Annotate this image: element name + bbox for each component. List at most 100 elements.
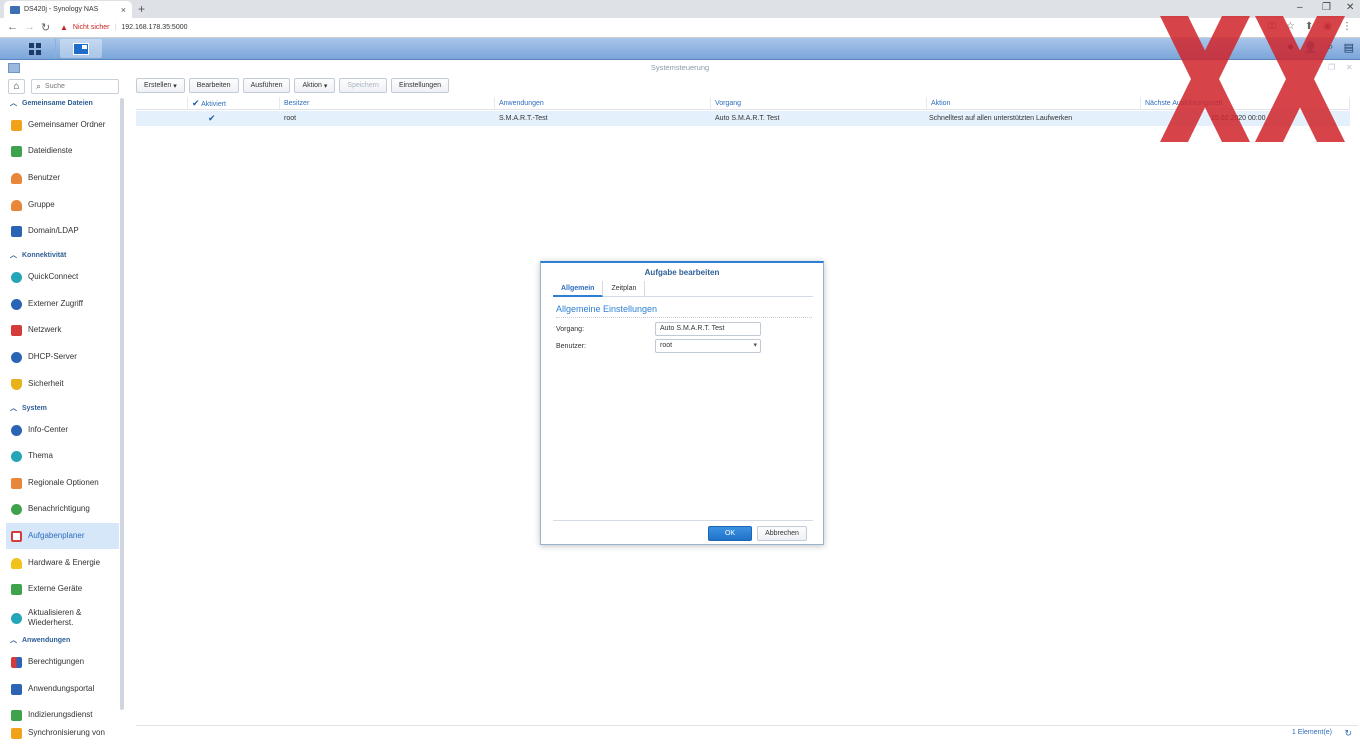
browser-tab-title: DS420j - Synology NAS <box>24 6 99 13</box>
sidebar-item-hardware-power[interactable]: Hardware & Energie <box>6 550 119 576</box>
sidebar-item-quickconnect[interactable]: QuickConnect <box>6 264 119 290</box>
sidebar-item-file-services[interactable]: Dateidienste <box>6 138 119 164</box>
row-application: S.M.A.R.T.-Test <box>499 115 548 122</box>
settings-button[interactable]: Einstellungen <box>390 78 449 93</box>
chevron-up-icon: ︿ <box>10 405 17 412</box>
chevron-up-icon: ︿ <box>10 252 17 259</box>
run-button[interactable]: Ausführen <box>242 78 291 93</box>
url-field[interactable]: ▲ Nicht sicher | 192.168.178.35:5000 <box>60 20 1320 35</box>
file-services-icon <box>11 145 22 157</box>
reload-icon[interactable]: ↻ <box>41 21 50 34</box>
column-action[interactable]: Aktion <box>927 97 1141 110</box>
palette-icon <box>11 450 22 462</box>
portal-icon <box>11 683 22 695</box>
row-owner: root <box>284 115 297 122</box>
sidebar-item-privileges[interactable]: Berechtigungen <box>6 649 119 675</box>
sidebar-item-group[interactable]: Gruppe <box>6 192 119 218</box>
back-icon[interactable]: ← <box>7 21 18 33</box>
create-button[interactable]: Erstellen ▾ <box>136 78 185 93</box>
column-task[interactable]: Vorgang <box>711 97 927 110</box>
search-icon: ⌕ <box>36 81 42 91</box>
window-close-icon[interactable]: ✕ <box>1346 63 1353 72</box>
table-row[interactable]: ✔ root S.M.A.R.T.-Test Auto S.M.A.R.T. T… <box>136 111 1350 126</box>
section-divider <box>556 317 812 318</box>
maximize-window-icon[interactable]: ❐ <box>1322 2 1331 13</box>
sidebar-item-notification[interactable]: Benachrichtigung <box>6 496 119 522</box>
user-select[interactable]: root ▾ <box>655 339 761 353</box>
sidebar-item-security[interactable]: Sicherheit <box>6 371 119 397</box>
sidebar-search[interactable]: ⌕ <box>31 79 119 94</box>
sidebar-item-domain-ldap[interactable]: Domain/LDAP <box>6 218 119 244</box>
column-applications[interactable]: Anwendungen <box>495 97 711 110</box>
section-applications[interactable]: ︿ Anwendungen <box>10 635 70 645</box>
section-connectivity[interactable]: ︿ Konnektivität <box>10 250 66 260</box>
browser-tab[interactable]: DS420j - Synology NAS × <box>4 1 132 18</box>
extension-icon[interactable]: ⬆ <box>1305 21 1313 32</box>
close-window-icon[interactable]: ✕ <box>1346 2 1354 13</box>
sidebar-item-application-portal[interactable]: Anwendungsportal <box>6 676 119 702</box>
clock-icon <box>11 477 22 489</box>
sidebar-item-update-restore[interactable]: Aktualisieren & Wiederherst. <box>6 603 119 633</box>
sidebar-item-network[interactable]: Netzwerk <box>6 317 119 343</box>
checkbox-checked-icon: ✔ <box>208 113 216 123</box>
action-button[interactable]: Aktion ▾ <box>294 78 336 93</box>
close-tab-icon[interactable]: × <box>121 5 126 15</box>
main-menu-button[interactable] <box>14 39 56 58</box>
minimize-window-icon[interactable]: – <box>1297 2 1303 13</box>
sidebar-search-input[interactable] <box>45 83 116 90</box>
sidebar-item-task-scheduler[interactable]: Aufgabenplaner <box>6 523 119 549</box>
tab-schedule[interactable]: Zeitplan <box>603 281 646 297</box>
widgets-icon[interactable]: ▤ <box>1344 41 1354 54</box>
cancel-button[interactable]: Abbrechen <box>757 526 807 541</box>
external-device-icon <box>11 583 22 595</box>
chevron-up-icon: ︿ <box>10 637 17 644</box>
task-name-input[interactable]: Auto S.M.A.R.T. Test <box>655 322 761 336</box>
sidebar-item-shared-folder[interactable]: Gemeinsamer Ordner <box>6 112 119 138</box>
home-button[interactable]: ⌂ <box>8 79 25 94</box>
sidebar-item-external-devices[interactable]: Externe Geräte <box>6 576 119 602</box>
sidebar-item-theme[interactable]: Thema <box>6 443 119 469</box>
sidebar-item-indexing-service[interactable]: Indizierungsdienst <box>6 702 119 728</box>
user-icon[interactable]: 👤 <box>1304 41 1318 54</box>
warning-icon: ▲ <box>60 23 68 32</box>
control-panel-taskbar-button[interactable] <box>60 39 102 58</box>
section-system[interactable]: ︿ System <box>10 403 47 413</box>
browser-address-bar: ← → ↻ ▲ Nicht sicher | 192.168.178.35:50… <box>0 18 1360 38</box>
row-next-run: 15.02.2020 00:00 <box>1211 115 1266 122</box>
column-enabled[interactable]: ✔ Aktiviert <box>188 97 280 110</box>
sidebar-item-sync[interactable]: Synchronisierung von <box>6 728 119 746</box>
refresh-icon[interactable]: ↻ <box>1344 728 1352 739</box>
new-tab-icon[interactable]: + <box>138 2 145 16</box>
sync-icon <box>11 728 22 739</box>
sidebar-item-external-access[interactable]: Externer Zugriff <box>6 291 119 317</box>
sidebar-item-dhcp-server[interactable]: DHCP-Server <box>6 344 119 370</box>
search-icon[interactable]: ⌕ <box>1327 41 1333 54</box>
profile-icon[interactable]: ◉ <box>1323 21 1332 32</box>
edit-button[interactable]: Bearbeiten <box>188 78 239 93</box>
ok-button[interactable]: OK <box>708 526 752 541</box>
save-button[interactable]: Speichern <box>339 78 387 93</box>
key-icon[interactable]: ⚿ <box>1268 21 1276 32</box>
sidebar-item-info-center[interactable]: Info-Center <box>6 417 119 443</box>
forward-icon[interactable]: → <box>24 21 35 33</box>
sidebar-item-regional-options[interactable]: Regionale Optionen <box>6 470 119 496</box>
notification-icon[interactable]: ● <box>1287 41 1294 54</box>
window-restore-icon[interactable]: ❐ <box>1328 63 1335 72</box>
checkbox-checked-icon[interactable]: ✔ <box>192 98 200 108</box>
privileges-icon <box>11 656 22 668</box>
update-icon <box>11 612 22 624</box>
tab-general[interactable]: Allgemein <box>553 281 604 297</box>
dialog-title: Aufgabe bearbeiten <box>644 268 720 277</box>
column-owner[interactable]: Besitzer <box>280 97 495 110</box>
sidebar-item-user[interactable]: Benutzer <box>6 165 119 191</box>
user-label: Benutzer: <box>556 343 586 350</box>
window-title: Systemsteuerung <box>650 63 710 72</box>
indexing-icon <box>11 709 22 721</box>
bookmark-star-icon[interactable]: ☆ <box>1286 21 1295 32</box>
row-enabled-checkbox[interactable]: ✔ <box>204 111 280 126</box>
task-grid-header: ✔ Aktiviert Besitzer Anwendungen Vorgang… <box>136 97 1350 110</box>
column-next-run[interactable]: Nächste Ausführungszeit <box>1141 97 1350 110</box>
browser-menu-icon[interactable]: ⋮ <box>1342 21 1352 32</box>
sidebar-scrollbar[interactable] <box>120 98 124 710</box>
section-shared-files[interactable]: ︿ Gemeinsame Dateien <box>10 98 93 108</box>
